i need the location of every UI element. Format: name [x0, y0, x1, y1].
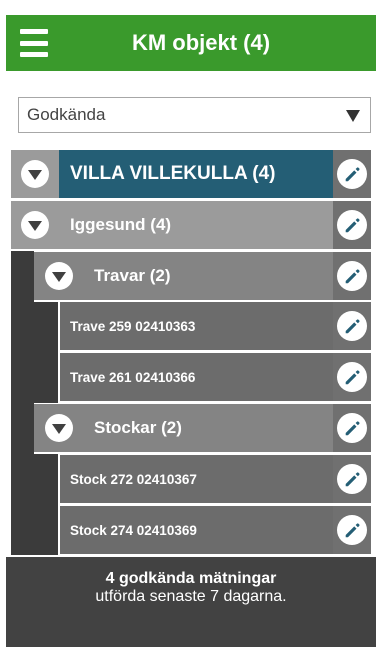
- summary-period: utförda senaste 7 dagarna.: [95, 588, 287, 605]
- chevron-down-icon: [346, 110, 360, 122]
- page-title: KM objekt (4): [131, 30, 271, 55]
- tree-node-item-label: Trave 261 02410366: [70, 369, 196, 385]
- pencil-icon[interactable]: [337, 210, 367, 240]
- summary-footer: 4 godkända mätningar utförda senaste 7 d…: [6, 557, 376, 647]
- pencil-icon[interactable]: [337, 159, 367, 189]
- tree-connector: [34, 302, 58, 403]
- tree-connector: [34, 454, 58, 555]
- pencil-icon[interactable]: [337, 515, 367, 545]
- tree-node-group-label: Travar (2): [94, 266, 171, 285]
- tree-node-root-label: VILLA VILLEKULLA (4): [70, 163, 276, 184]
- tree-node-item-label: Stock 274 02410369: [70, 522, 197, 538]
- collapse-triangle-icon[interactable]: [45, 262, 73, 290]
- status-filter-value: Godkända: [27, 105, 106, 124]
- tree-node-item[interactable]: Stock 272 02410367: [60, 455, 371, 503]
- tree-node-item[interactable]: Trave 261 02410366: [60, 353, 371, 401]
- pencil-icon[interactable]: [337, 362, 367, 392]
- tree-node-item[interactable]: Stock 274 02410369: [60, 506, 371, 554]
- tree-node-item-label: Trave 259 02410363: [70, 318, 196, 334]
- pencil-icon[interactable]: [337, 464, 367, 494]
- app-header: KM objekt (4): [6, 15, 376, 71]
- tree-connector: [11, 251, 34, 555]
- tree-node-site-label: Iggesund (4): [70, 215, 172, 234]
- status-filter-select[interactable]: Godkända: [18, 97, 371, 133]
- pencil-icon[interactable]: [337, 413, 367, 443]
- tree-node-site[interactable]: Iggesund (4): [11, 201, 371, 249]
- summary-count: 4 godkända mätningar: [105, 570, 277, 587]
- tree-node-root[interactable]: VILLA VILLEKULLA (4): [11, 150, 371, 198]
- hamburger-menu-icon[interactable]: [20, 29, 48, 57]
- tree-node-group[interactable]: Travar (2): [34, 252, 371, 300]
- collapse-triangle-icon[interactable]: [21, 160, 49, 188]
- tree-node-group-label: Stockar (2): [94, 418, 182, 437]
- tree-node-item-label: Stock 272 02410367: [70, 471, 197, 487]
- collapse-triangle-icon[interactable]: [21, 211, 49, 239]
- tree-node-item[interactable]: Trave 259 02410363: [60, 302, 371, 350]
- pencil-icon[interactable]: [337, 311, 367, 341]
- collapse-triangle-icon[interactable]: [45, 414, 73, 442]
- tree-node-group[interactable]: Stockar (2): [34, 404, 371, 452]
- pencil-icon[interactable]: [337, 261, 367, 291]
